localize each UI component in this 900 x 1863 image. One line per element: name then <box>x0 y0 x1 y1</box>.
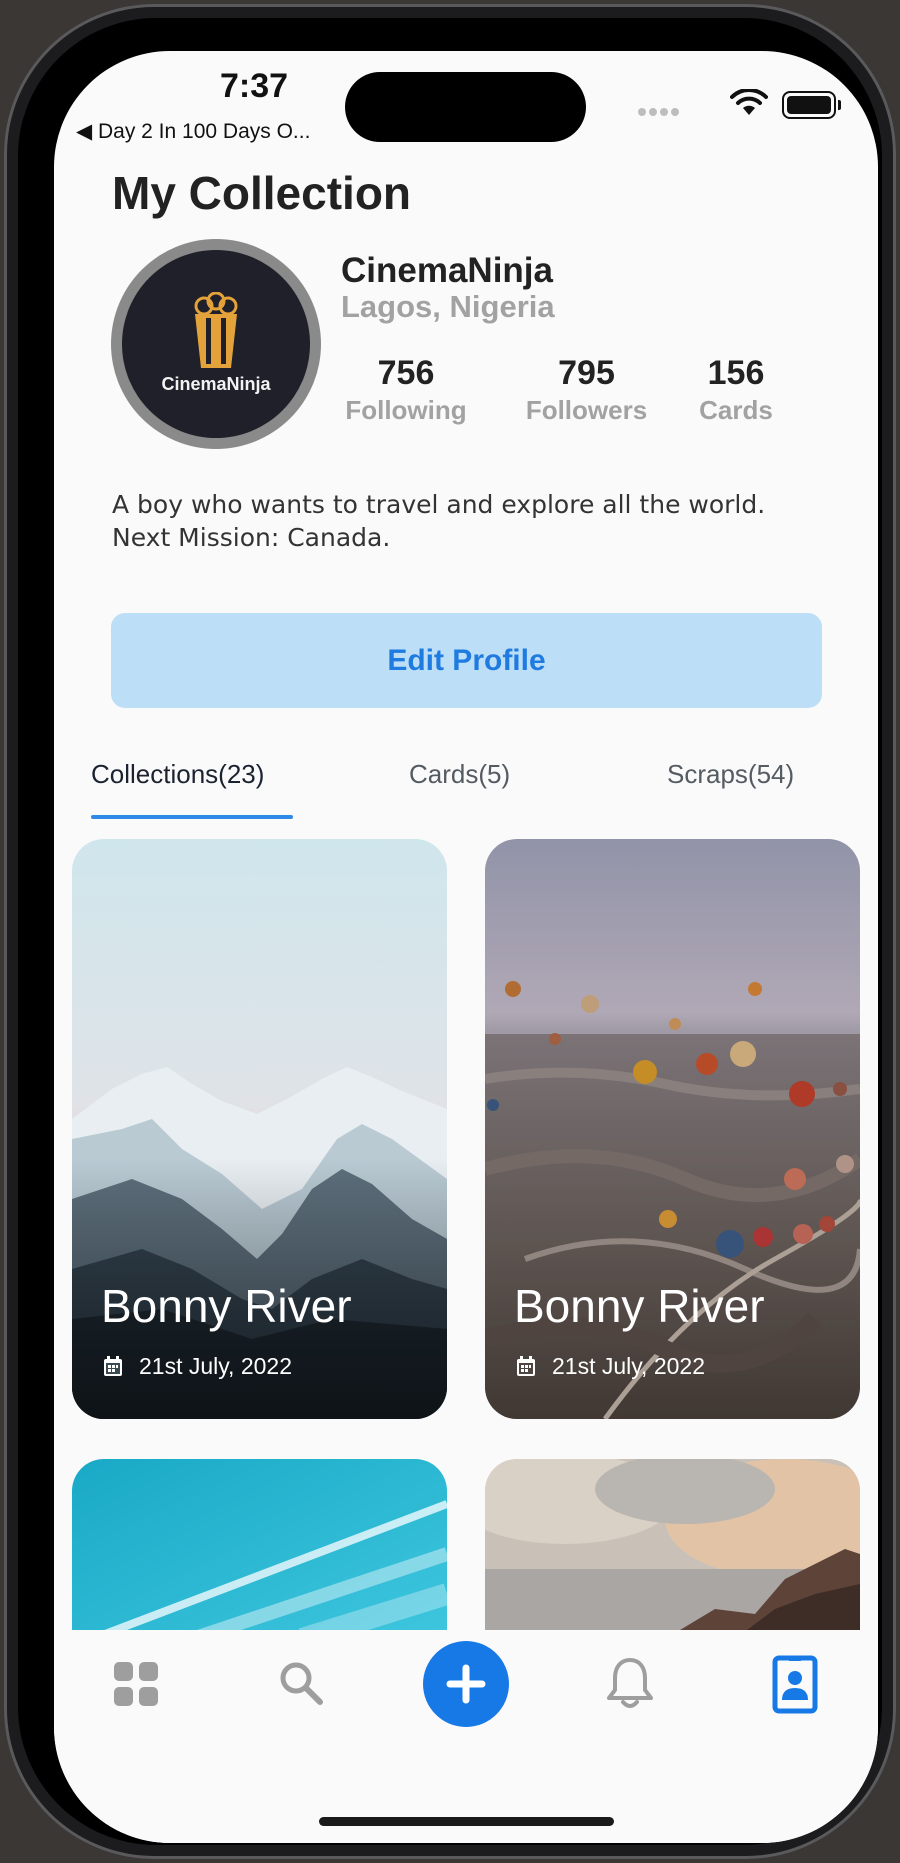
bell-icon[interactable] <box>604 1656 656 1712</box>
profile-card-icon[interactable] <box>772 1654 818 1714</box>
stat-value: 756 <box>377 354 435 392</box>
bio-line: A boy who wants to travel and explore al… <box>112 490 766 519</box>
stat-followers[interactable]: 795 Followers <box>519 353 654 427</box>
tab-scraps[interactable]: Scraps(54) <box>667 759 794 790</box>
collection-title: Bonny River <box>514 1280 765 1332</box>
collection-card[interactable] <box>485 1459 860 1639</box>
popcorn-icon <box>194 292 238 368</box>
grid-icon[interactable] <box>112 1660 160 1708</box>
page-title: My Collection <box>112 167 412 219</box>
collection-card[interactable]: Bonny River 21st July, 2022 <box>72 839 447 1419</box>
wifi-icon <box>730 89 768 115</box>
cloudy-cliff-image <box>485 1459 860 1639</box>
add-button[interactable] <box>423 1641 509 1727</box>
active-tab-indicator <box>91 815 293 819</box>
collection-date: 21st July, 2022 <box>139 1353 293 1379</box>
blue-sky-image <box>72 1459 447 1639</box>
bio-line: Next Mission: Canada. <box>112 523 391 552</box>
calendar-icon <box>104 1356 122 1376</box>
status-time: 7:37 <box>219 67 289 105</box>
tab-collections[interactable]: Collections(23) <box>91 759 264 790</box>
collection-date: 21st July, 2022 <box>552 1353 706 1379</box>
stat-following[interactable]: 756 Following <box>341 353 471 427</box>
search-icon[interactable] <box>278 1660 324 1706</box>
back-to-app-link[interactable]: ◀ Day 2 In 100 Days O... <box>76 119 310 144</box>
battery-icon <box>782 91 841 119</box>
avatar[interactable]: CinemaNinja <box>111 239 321 449</box>
collection-tabs: Collections(23) Cards(5) Scraps(54) <box>54 751 878 821</box>
stat-cards[interactable]: 156 Cards <box>691 353 781 427</box>
home-indicator[interactable] <box>319 1817 614 1826</box>
avatar-logo-background: CinemaNinja <box>122 250 310 438</box>
app-screen: 7:37 ◀ Day 2 In 100 Days O... My Collect… <box>54 51 878 1843</box>
stat-value: 156 <box>707 354 765 392</box>
stat-value: 795 <box>558 354 615 392</box>
collection-title: Bonny River <box>101 1280 352 1332</box>
phone-bezel: 7:37 ◀ Day 2 In 100 Days O... My Collect… <box>18 18 882 1845</box>
collection-card[interactable] <box>72 1459 447 1639</box>
phone-frame: 7:37 ◀ Day 2 In 100 Days O... My Collect… <box>4 4 896 1859</box>
tab-cards[interactable]: Cards(5) <box>409 759 510 790</box>
signal-icon <box>638 103 682 121</box>
stat-label: Followers <box>525 395 648 425</box>
edit-profile-button[interactable]: Edit Profile <box>111 613 822 708</box>
dynamic-island <box>345 72 586 142</box>
stat-label: Following <box>345 395 467 425</box>
status-indicators <box>638 89 858 121</box>
calendar-icon <box>517 1356 535 1376</box>
collection-card[interactable]: Bonny River 21st July, 2022 <box>485 839 860 1419</box>
avatar-brand-text: CinemaNinja <box>161 374 271 394</box>
profile-location: Lagos, Nigeria <box>341 289 555 324</box>
bottom-nav <box>54 1630 878 1843</box>
profile-name: CinemaNinja <box>341 251 553 290</box>
add-icon <box>446 1664 486 1704</box>
stat-label: Cards <box>699 395 773 425</box>
profile-bio: A boy who wants to travel and explore al… <box>112 488 812 554</box>
